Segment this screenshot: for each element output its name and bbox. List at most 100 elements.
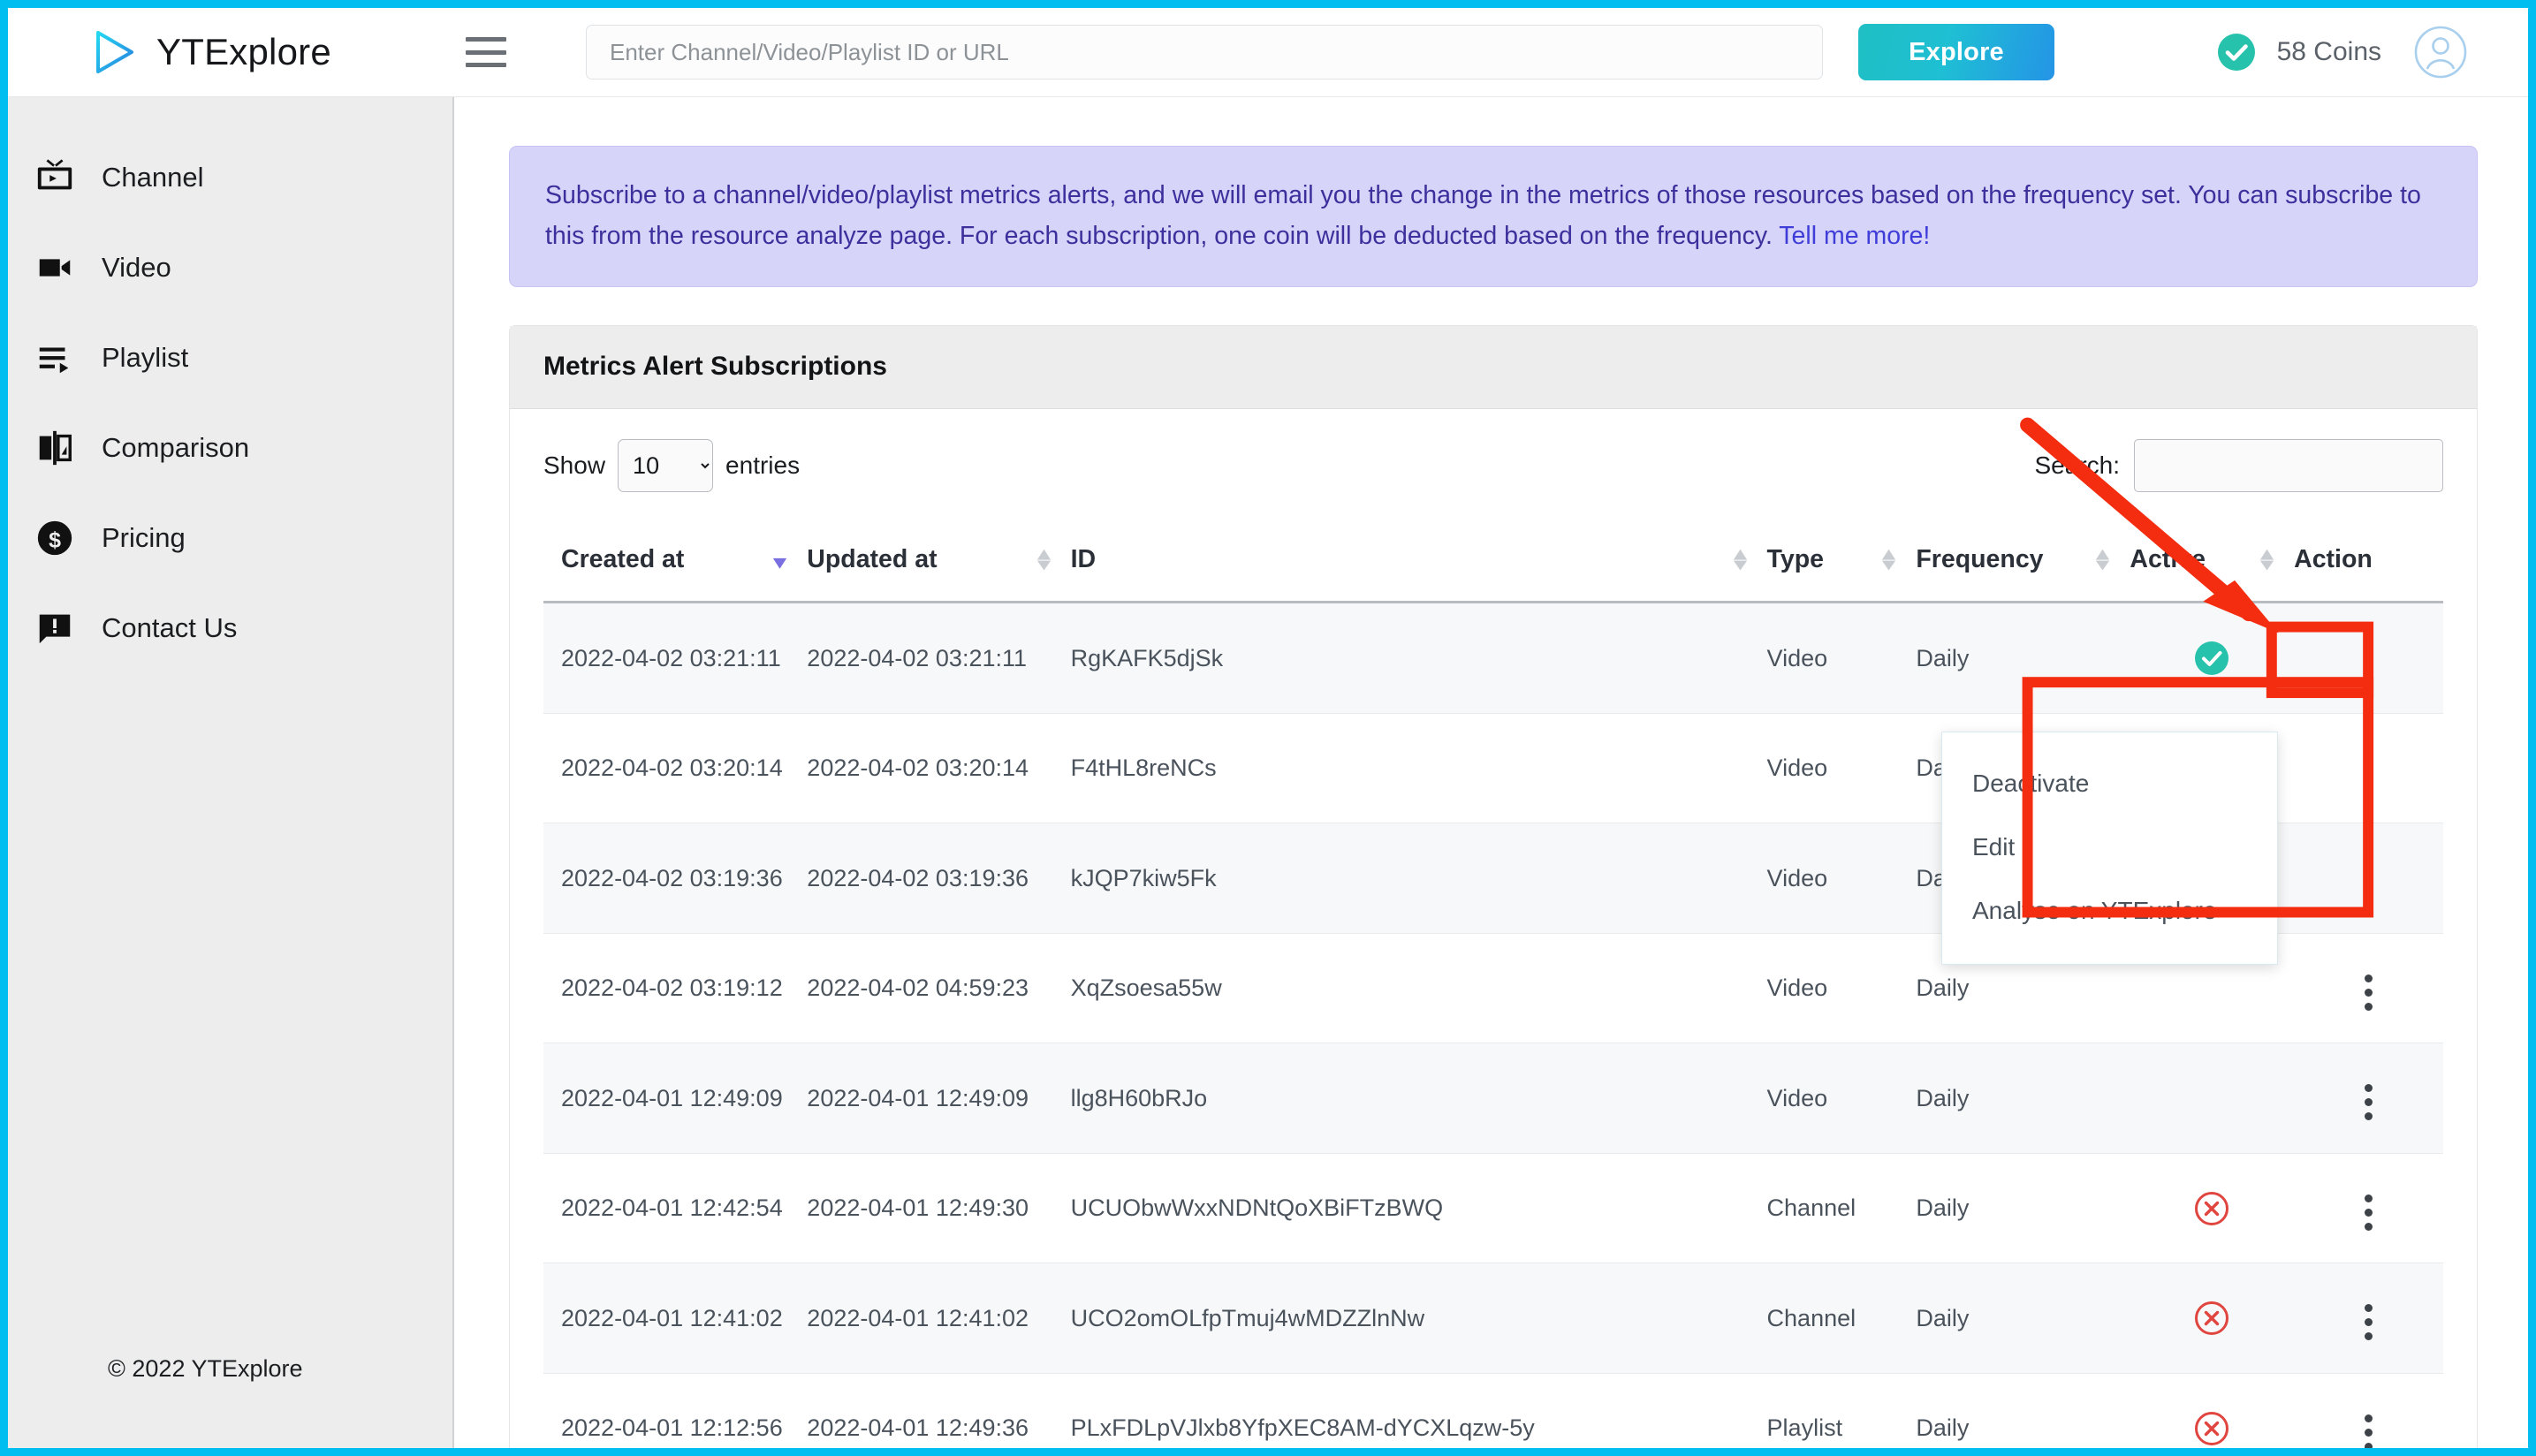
- table-body: 2022-04-02 03:21:11 2022-04-02 03:21:11 Rg…: [543, 602, 2443, 1448]
- entries-label: entries: [725, 451, 801, 480]
- column-header-updated-at[interactable]: Updated at: [807, 522, 1071, 604]
- videocam-icon: [39, 259, 71, 277]
- cell-created-at: 2022-04-02 03:21:11: [543, 602, 808, 714]
- row-action-menu-button[interactable]: [2349, 1080, 2389, 1126]
- tell-me-more-link[interactable]: Tell me more!: [1779, 222, 1930, 250]
- sidebar-copyright: © 2022 YTExplore: [108, 1355, 303, 1382]
- sidebar-item-label: Pricing: [102, 522, 186, 553]
- sidebar-item-label: Comparison: [102, 432, 250, 463]
- cell-updated-at: 2022-04-01 12:49:30: [807, 1153, 1071, 1264]
- cell-frequency: Daily: [1916, 1373, 2130, 1448]
- column-label: Frequency: [1916, 545, 2044, 574]
- cell-updated-at: 2022-04-02 03:21:11: [807, 602, 1071, 714]
- entries-select[interactable]: 102550100: [618, 439, 714, 493]
- cell-active: [2130, 602, 2295, 714]
- cell-action: [2294, 1373, 2443, 1448]
- column-label: ID: [1070, 545, 1097, 574]
- menu-item-edit[interactable]: Edit: [1942, 815, 2277, 879]
- sidebar-item-pricing[interactable]: $ Pricing: [8, 493, 452, 583]
- coins-label: 58 Coins: [2276, 37, 2381, 66]
- cell-type: Video: [1766, 823, 1917, 934]
- account-circle-icon[interactable]: [2413, 25, 2468, 80]
- cell-created-at: 2022-04-01 12:42:54: [543, 1153, 808, 1264]
- playlist-play-icon: [39, 347, 69, 374]
- sidebar-item-comparison[interactable]: Comparison: [8, 403, 452, 493]
- sidebar-item-video[interactable]: Video: [8, 223, 452, 313]
- sidebar-item-channel[interactable]: Channel: [8, 133, 452, 223]
- application-window: YTExplore Explore 58 Coins: [8, 8, 2528, 1448]
- cell-id: PLxFDLpVJlxb8YfpXEC8AM-dYCXLqzw-5y: [1070, 1373, 1767, 1448]
- header-right: 58 Coins: [2215, 25, 2528, 80]
- cell-created-at: 2022-04-01 12:49:09: [543, 1043, 808, 1154]
- row-action-menu-button[interactable]: [2349, 1409, 2389, 1448]
- action-dropdown-menu: Deactivate Edit Analyse on YTExplore: [1941, 732, 2278, 965]
- sidebar-item-contact-us[interactable]: Contact Us: [8, 583, 452, 673]
- cell-type: Video: [1766, 1043, 1917, 1154]
- menu-item-deactivate[interactable]: Deactivate: [1942, 752, 2277, 815]
- table-row: 2022-04-01 12:41:02 2022-04-01 12:41:02 UC…: [543, 1263, 2443, 1374]
- column-header-id[interactable]: ID: [1070, 522, 1767, 604]
- column-header-created-at[interactable]: Created at: [543, 522, 808, 604]
- info-banner-text: Subscribe to a channel/video/playlist me…: [545, 181, 2421, 251]
- sort-both-icon: [1882, 549, 1896, 571]
- row-action-menu-button[interactable]: [2349, 749, 2389, 795]
- status-inactive-icon: [2195, 1191, 2229, 1225]
- dollar-circle-icon: $: [37, 520, 72, 556]
- cell-created-at: 2022-04-01 12:41:02: [543, 1263, 808, 1374]
- cell-action: [2294, 1043, 2443, 1154]
- cell-frequency: Daily: [1916, 602, 2130, 714]
- explore-button[interactable]: Explore: [1858, 24, 2054, 80]
- status-inactive-icon: [2195, 1411, 2229, 1445]
- card-title: Metrics Alert Subscriptions: [510, 326, 2477, 410]
- cell-type: Channel: [1766, 1153, 1917, 1264]
- table-controls: Show 102550100 entries Search:: [543, 439, 2443, 493]
- cell-active: [2130, 1263, 2295, 1374]
- cell-action: [2294, 823, 2443, 934]
- table-search-input[interactable]: [2134, 439, 2443, 493]
- column-header-type[interactable]: Type: [1766, 522, 1917, 604]
- feedback-icon: [39, 614, 71, 644]
- sidebar-item-label: Contact Us: [102, 612, 238, 643]
- cell-frequency: Daily: [1916, 1153, 2130, 1264]
- cell-id: UCO2omOLfpTmuj4wMDZZlnNw: [1070, 1263, 1767, 1374]
- row-action-menu-button[interactable]: [2349, 1189, 2389, 1235]
- cell-type: Video: [1766, 602, 1917, 714]
- menu-item-analyse-on-ytexplore[interactable]: Analyse on YTExplore: [1942, 879, 2277, 943]
- row-action-menu-button[interactable]: [2349, 640, 2389, 686]
- brand[interactable]: YTExplore: [8, 27, 441, 77]
- cell-type: Playlist: [1766, 1373, 1917, 1448]
- table-head: Created at Updated at ID Type Frequency …: [543, 522, 2443, 604]
- app-header: YTExplore Explore 58 Coins: [8, 8, 2528, 97]
- sidebar-item-playlist[interactable]: Playlist: [8, 313, 452, 403]
- cell-created-at: 2022-04-01 12:12:56: [543, 1373, 808, 1448]
- column-label: Action: [2294, 545, 2373, 574]
- cell-updated-at: 2022-04-01 12:41:02: [807, 1263, 1071, 1374]
- column-header-frequency[interactable]: Frequency: [1916, 522, 2130, 604]
- topbar-search-wrapper: [586, 25, 1823, 80]
- cell-frequency: Daily: [1916, 1043, 2130, 1154]
- sort-both-icon: [2096, 549, 2110, 571]
- cell-updated-at: 2022-04-01 12:49:36: [807, 1373, 1071, 1448]
- cell-updated-at: 2022-04-02 04:59:23: [807, 933, 1071, 1044]
- show-label: Show: [543, 451, 606, 480]
- row-action-menu-button[interactable]: [2349, 860, 2389, 906]
- search-label: Search:: [2034, 451, 2121, 480]
- table-row: 2022-04-01 12:49:09 2022-04-01 12:49:09 ll…: [543, 1043, 2443, 1154]
- row-action-menu-button[interactable]: [2349, 969, 2389, 1015]
- row-action-menu-button[interactable]: [2349, 1300, 2389, 1346]
- svg-text:$: $: [49, 527, 61, 552]
- cell-created-at: 2022-04-02 03:19:12: [543, 933, 808, 1044]
- hamburger-icon[interactable]: [466, 37, 506, 67]
- column-header-active[interactable]: Active: [2130, 522, 2295, 604]
- search-input[interactable]: [586, 25, 1823, 80]
- cell-type: Video: [1766, 933, 1917, 1044]
- entries-length-control: Show 102550100 entries: [543, 439, 801, 493]
- sidebar: Channel Video Playlist Comparison $ Pric…: [8, 97, 454, 1448]
- cell-action: [2294, 713, 2443, 824]
- sidebar-item-label: Channel: [102, 162, 204, 193]
- sidebar-item-label: Playlist: [102, 342, 189, 373]
- cell-id: kJQP7kiw5Fk: [1070, 823, 1767, 934]
- main-content: Subscribe to a channel/video/playlist me…: [454, 97, 2528, 1448]
- cell-action: [2294, 1153, 2443, 1264]
- cell-type: Channel: [1766, 1263, 1917, 1374]
